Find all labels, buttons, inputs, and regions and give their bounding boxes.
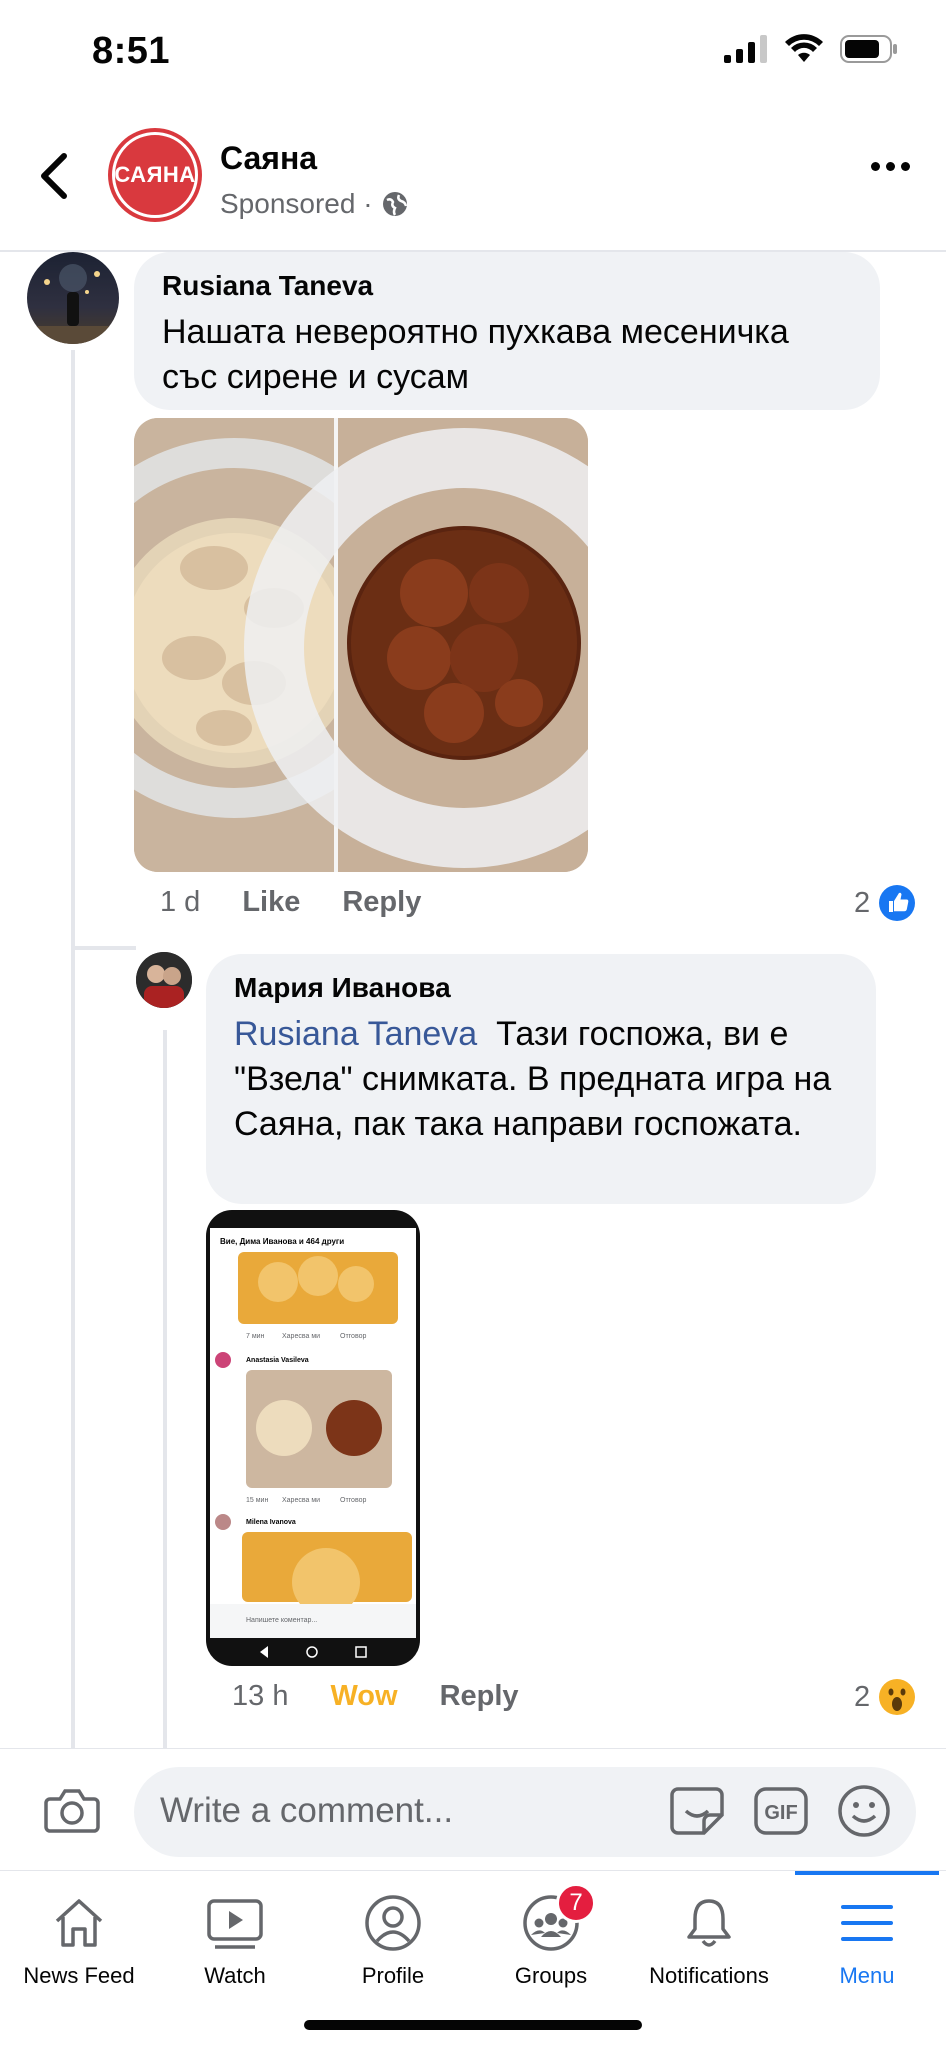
more-options-icon[interactable] bbox=[871, 162, 910, 171]
wow-icon bbox=[879, 1679, 916, 1715]
reaction-count: 2 bbox=[854, 886, 871, 919]
tab-notifications[interactable]: Notifications bbox=[630, 1871, 788, 2001]
nested-time: 7 мин bbox=[246, 1333, 265, 1340]
page-logo-text: САЯНА bbox=[114, 162, 196, 187]
wifi-icon bbox=[785, 34, 823, 62]
nested-reply: Отговор bbox=[340, 1333, 366, 1340]
battery-icon bbox=[840, 35, 897, 63]
thread-line bbox=[71, 946, 136, 950]
comment-screenshot-photo[interactable]: Вие, Дима Иванова и 464 други 7 мин Харе… bbox=[206, 1210, 420, 1666]
comment-author[interactable]: Мария Иванова bbox=[234, 972, 848, 1004]
signal-icon bbox=[724, 35, 767, 63]
comment-text: Нашата невероятно пухкава месеничка със … bbox=[162, 313, 789, 396]
camera-icon[interactable] bbox=[44, 1785, 100, 1835]
comment-composer: Write a comment... GIF bbox=[0, 1748, 946, 1870]
tab-label: News Feed bbox=[23, 1963, 135, 1988]
nested-user: Milena Ivanova bbox=[246, 1519, 296, 1526]
nested-like: Харесва ми bbox=[282, 1497, 320, 1504]
thread-line bbox=[163, 1030, 167, 1750]
status-icons bbox=[724, 34, 898, 64]
reply-button[interactable]: Reply bbox=[440, 1680, 519, 1713]
nested-like: Харесва ми bbox=[282, 1333, 320, 1340]
wow-reaction-button[interactable]: Wow bbox=[330, 1680, 397, 1713]
profile-icon bbox=[365, 1895, 421, 1951]
comment-input-placeholder: Write a comment... bbox=[160, 1791, 454, 1830]
home-indicator bbox=[304, 2020, 642, 2030]
tab-label: Groups bbox=[514, 1963, 588, 1988]
tab-label: Watch bbox=[204, 1963, 266, 1988]
svg-text:GIF: GIF bbox=[764, 1802, 797, 1824]
comment-time: 13 h bbox=[232, 1680, 289, 1712]
menu-icon bbox=[841, 1905, 893, 1941]
comment-time: 1 d bbox=[160, 886, 201, 918]
comment-text-wrapper: Rusiana Taneva Тази госпожа, ви е "Взела… bbox=[234, 1012, 848, 1147]
nested-header: Вие, Дима Иванова и 464 други bbox=[220, 1237, 344, 1246]
commenter-avatar[interactable] bbox=[27, 252, 119, 344]
tab-groups[interactable]: 7 Groups bbox=[472, 1871, 630, 2001]
commenter-avatar[interactable] bbox=[136, 952, 192, 1008]
thread-line bbox=[71, 950, 75, 1750]
page-name[interactable]: Саяна bbox=[220, 140, 317, 177]
bell-icon bbox=[687, 1899, 731, 1947]
reaction-summary[interactable]: 2 bbox=[854, 884, 916, 922]
like-button[interactable]: Like bbox=[242, 886, 300, 919]
composer-icons: GIF bbox=[668, 1783, 892, 1839]
watch-icon bbox=[207, 1899, 263, 1949]
comment-actions: 1 d Like Reply bbox=[160, 886, 421, 919]
mention-link[interactable]: Rusiana Taneva bbox=[234, 1015, 477, 1053]
tab-label: Menu bbox=[839, 1963, 895, 1988]
nested-reply: Отговор bbox=[340, 1497, 366, 1504]
comment-actions: 13 h Wow Reply bbox=[232, 1680, 519, 1713]
tab-watch[interactable]: Watch bbox=[156, 1871, 314, 2001]
sponsored-label: Sponsored · bbox=[220, 188, 409, 220]
back-chevron-icon[interactable] bbox=[34, 148, 74, 204]
nested-user: Anastasia Vasileva bbox=[246, 1357, 309, 1364]
comment-input[interactable]: Write a comment... GIF bbox=[134, 1767, 916, 1857]
post-header: САЯНА Саяна Sponsored · bbox=[0, 100, 946, 252]
gif-icon[interactable]: GIF bbox=[752, 1783, 810, 1839]
sticker-icon[interactable] bbox=[668, 1783, 726, 1839]
sponsored-text: Sponsored · bbox=[220, 188, 373, 219]
nested-input-placeholder: Напишете коментар... bbox=[246, 1617, 317, 1624]
groups-badge: 7 bbox=[556, 1883, 596, 1923]
tab-profile[interactable]: Profile bbox=[314, 1871, 472, 2001]
status-time: 8:51 bbox=[92, 30, 171, 72]
tab-menu[interactable]: Menu bbox=[788, 1871, 946, 2001]
like-icon bbox=[879, 885, 916, 921]
status-bar: 8:51 bbox=[0, 0, 946, 100]
reply-bubble[interactable]: Мария Иванова Rusiana Taneva Тази госпож… bbox=[206, 954, 876, 1204]
page-avatar[interactable]: САЯНА bbox=[108, 128, 202, 222]
comment-bubble[interactable]: Rusiana Taneva Нашата невероятно пухкава… bbox=[134, 252, 880, 410]
emoji-icon[interactable] bbox=[836, 1783, 892, 1839]
tab-label: Notifications bbox=[649, 1963, 769, 1988]
globe-icon bbox=[382, 192, 407, 216]
home-icon bbox=[55, 1899, 103, 1947]
comment-author[interactable]: Rusiana Taneva bbox=[162, 270, 852, 302]
reply-button[interactable]: Reply bbox=[342, 886, 421, 919]
comment-photo[interactable] bbox=[134, 418, 588, 872]
tab-label: Profile bbox=[361, 1963, 425, 1988]
thread-line bbox=[71, 350, 75, 950]
reaction-count: 2 bbox=[854, 1680, 871, 1713]
reaction-summary[interactable]: 2 bbox=[854, 1678, 916, 1716]
tab-news-feed[interactable]: News Feed bbox=[0, 1871, 158, 2001]
nested-time: 15 мин bbox=[246, 1497, 268, 1504]
